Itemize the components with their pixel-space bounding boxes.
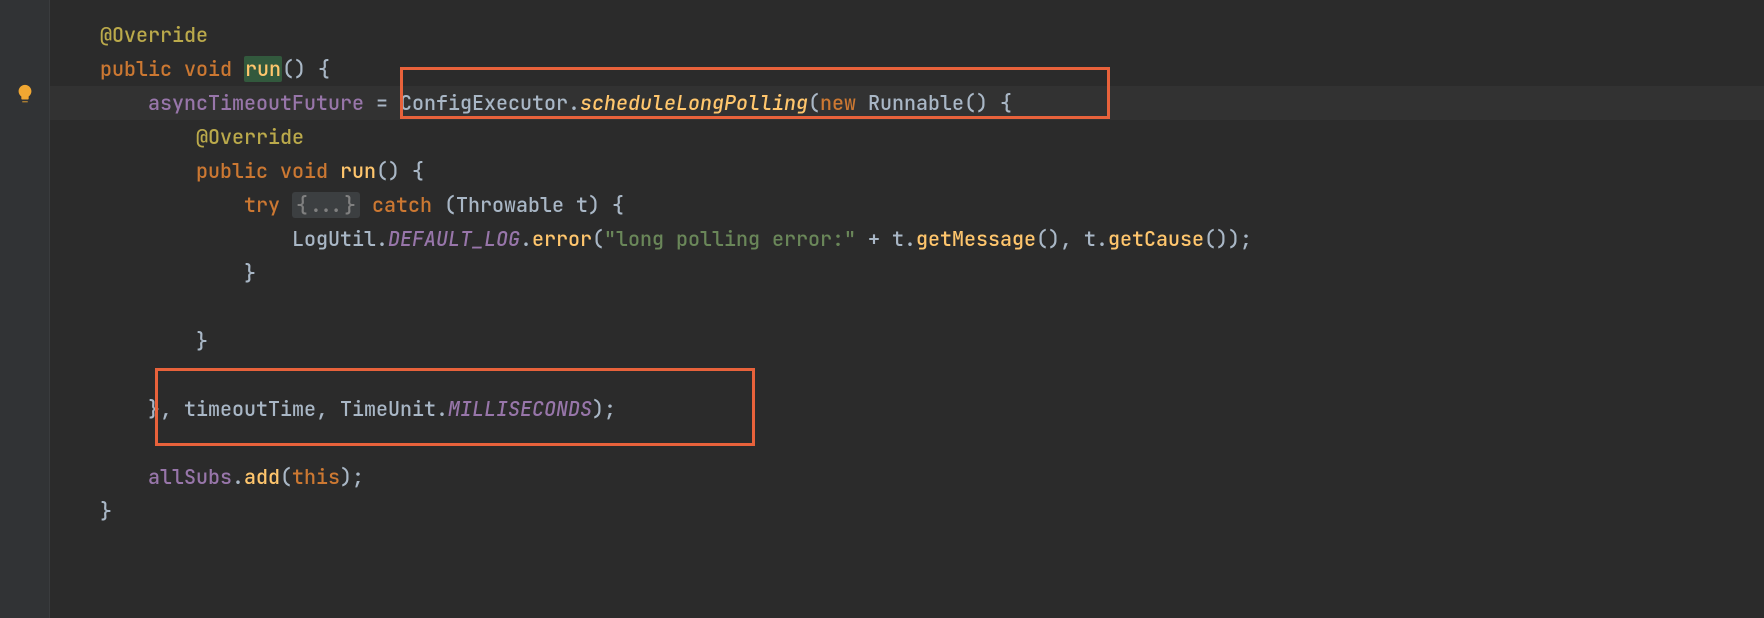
code-line[interactable]: public void run() {: [50, 52, 1764, 86]
string-literal: "long polling error:": [604, 226, 856, 252]
annotation: @Override: [196, 124, 304, 150]
lightbulb-icon[interactable]: [14, 83, 36, 105]
keyword: new: [820, 90, 856, 116]
code-line[interactable]: [50, 358, 1764, 392]
code-line[interactable]: try {...} catch (Throwable t) {: [50, 188, 1764, 222]
punct: () {: [282, 56, 330, 82]
field-ref: allSubs: [148, 464, 232, 490]
code-area[interactable]: @Override public void run() { asyncTimeo…: [50, 0, 1764, 618]
static-method: scheduleLongPolling: [580, 90, 808, 116]
code-line[interactable]: LogUtil.DEFAULT_LOG.error("long polling …: [50, 222, 1764, 256]
code-line[interactable]: [50, 426, 1764, 460]
field-ref: asyncTimeoutFuture: [148, 90, 364, 116]
catch-args: (Throwable t) {: [444, 192, 624, 218]
keyword: void: [184, 56, 232, 82]
argument: timeoutTime: [184, 396, 316, 422]
code-line[interactable]: }: [50, 494, 1764, 528]
code-line[interactable]: asyncTimeoutFuture = ConfigExecutor.sche…: [50, 86, 1764, 120]
code-line[interactable]: public void run() {: [50, 154, 1764, 188]
code-line[interactable]: allSubs.add(this);: [50, 460, 1764, 494]
method-name: run: [244, 56, 282, 82]
code-line[interactable]: }: [50, 324, 1764, 358]
code-line[interactable]: [50, 290, 1764, 324]
keyword: this: [292, 464, 340, 490]
code-line[interactable]: @Override: [50, 120, 1764, 154]
gutter: [0, 0, 50, 618]
method-name: run: [340, 158, 376, 184]
enum-constant: MILLISECONDS: [448, 396, 592, 422]
folded-region[interactable]: {...}: [292, 192, 360, 218]
class-ref: Runnable: [868, 90, 964, 116]
code-line[interactable]: }: [50, 256, 1764, 290]
static-field: DEFAULT_LOG: [388, 226, 520, 252]
code-editor[interactable]: @Override public void run() { asyncTimeo…: [0, 0, 1764, 618]
code-line[interactable]: @Override: [50, 18, 1764, 52]
keyword: public: [100, 56, 172, 82]
code-line[interactable]: }, timeoutTime, TimeUnit.MILLISECONDS);: [50, 392, 1764, 426]
annotation: @Override: [100, 22, 208, 48]
class-ref: ConfigExecutor: [400, 90, 568, 116]
